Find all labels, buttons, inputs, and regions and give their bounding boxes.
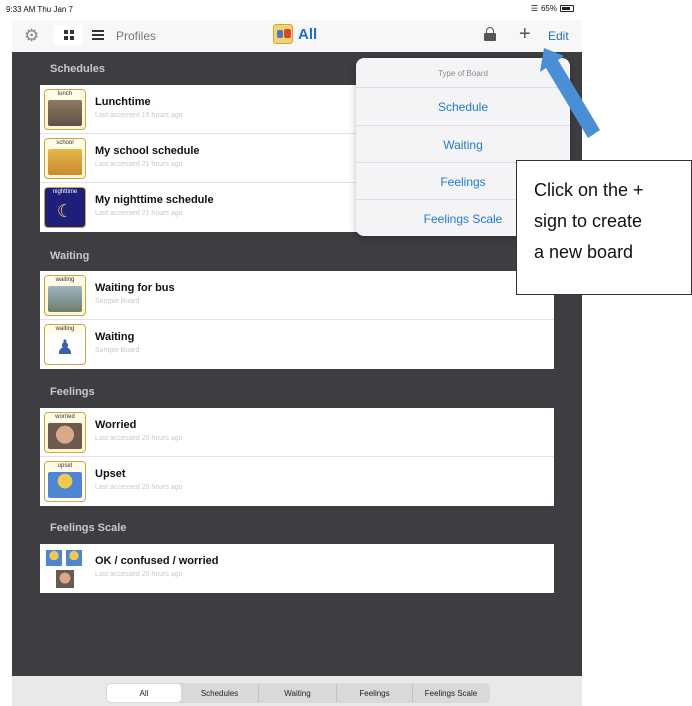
- thumbnail-label: upset: [45, 462, 85, 471]
- board-title: OK / confused / worried: [95, 555, 219, 567]
- bottom-bar: All Schedules Waiting Feelings Feelings …: [12, 676, 582, 706]
- thumbnail-label: waiting: [45, 325, 85, 334]
- board-thumbnail: school: [44, 138, 86, 179]
- board-thumbnail: worried: [44, 412, 86, 453]
- board-title: Upset: [95, 468, 126, 480]
- tab-waiting[interactable]: Waiting: [259, 684, 337, 702]
- thumbnail-label: lunch: [45, 90, 85, 99]
- board-subtitle: Last accessed 21 hours ago: [95, 210, 183, 217]
- board-thumbnail: nighttime ☾: [44, 187, 86, 228]
- board-subtitle: Sample Board: [95, 298, 140, 305]
- status-bar: 9:33 AM Thu Jan 7 ☰ 65%: [0, 0, 692, 18]
- battery-percent: 65%: [540, 4, 557, 13]
- list-item[interactable]: worried Worried Last accessed 20 hours a…: [40, 408, 554, 457]
- section-header-feelings-scale: Feelings Scale: [50, 522, 127, 534]
- upset-figure-icon: [48, 472, 82, 498]
- lunch-image: [48, 100, 82, 126]
- section-card-feelings: worried Worried Last accessed 20 hours a…: [40, 408, 554, 506]
- ok-figure-icon: [46, 550, 62, 566]
- callout-line: sign to create: [534, 211, 643, 231]
- page-title: All: [273, 24, 317, 44]
- list-item[interactable]: OK / confused / worried Last accessed 20…: [40, 544, 554, 593]
- instruction-arrow-icon: [540, 48, 600, 138]
- tab-feelings-scale[interactable]: Feelings Scale: [413, 684, 489, 702]
- thumbnail-label: worried: [45, 413, 85, 422]
- add-board-button[interactable]: +: [519, 21, 531, 47]
- board-thumbnail: [44, 548, 86, 589]
- view-toggle: [54, 25, 112, 45]
- profiles-button[interactable]: Profiles: [116, 29, 156, 43]
- board-title: My school schedule: [95, 145, 200, 157]
- worried-face-image: [48, 423, 82, 449]
- section-card-waiting: waiting Waiting for bus Sample Board wai…: [40, 271, 554, 369]
- battery-icon: [560, 5, 574, 12]
- board-title: Worried: [95, 419, 137, 431]
- person-sitting-icon: ♟: [48, 335, 82, 361]
- board-subtitle: Last accessed 20 hours ago: [95, 484, 183, 491]
- grid-view-button[interactable]: [54, 25, 83, 45]
- board-thumbnail: lunch: [44, 89, 86, 130]
- list-icon: [91, 30, 104, 40]
- list-item[interactable]: waiting ♟ Waiting Sample Board: [40, 320, 554, 369]
- callout-line: a new board: [534, 242, 634, 262]
- thumbnail-label: school: [45, 139, 85, 148]
- thumbnail-label: nighttime: [45, 188, 85, 197]
- moon-icon: ☾: [48, 198, 82, 224]
- board-title: Waiting for bus: [95, 282, 175, 294]
- section-header-schedules: Schedules: [50, 63, 106, 75]
- section-header-feelings: Feelings: [50, 386, 95, 398]
- board-title: Waiting: [95, 331, 135, 343]
- status-time: 9:33 AM Thu Jan 7: [6, 5, 74, 14]
- edit-button[interactable]: Edit: [548, 29, 569, 43]
- grid-icon: [63, 30, 74, 40]
- tab-all[interactable]: All: [107, 684, 181, 702]
- lock-icon[interactable]: [484, 27, 496, 41]
- page-title-text: All: [298, 25, 318, 43]
- status-indicators: ☰ 65%: [531, 4, 574, 13]
- board-subtitle: Sample Board: [95, 347, 140, 354]
- gear-icon[interactable]: ⚙: [24, 26, 39, 46]
- board-subtitle: Last accessed 20 hours ago: [95, 435, 183, 442]
- board-subtitle: Last accessed 21 hours ago: [95, 161, 183, 168]
- category-filter: All Schedules Waiting Feelings Feelings …: [106, 683, 490, 703]
- bus-stop-image: [48, 286, 82, 312]
- board-subtitle: Last accessed 20 hours ago: [95, 571, 183, 578]
- tab-feelings[interactable]: Feelings: [337, 684, 413, 702]
- board-title: Lunchtime: [95, 96, 151, 108]
- school-image: [48, 149, 82, 175]
- list-item[interactable]: upset Upset Last accessed 20 hours ago: [40, 457, 554, 506]
- board-subtitle: Last accessed 19 hours ago: [95, 112, 183, 119]
- board-thumbnail: waiting: [44, 275, 86, 316]
- thumbnail-label: waiting: [45, 276, 85, 285]
- tab-schedules[interactable]: Schedules: [181, 684, 259, 702]
- worried-face-icon: [56, 570, 74, 588]
- section-header-waiting: Waiting: [50, 250, 90, 262]
- wifi-icon: ☰: [530, 4, 538, 13]
- nav-bar: ⚙ Profiles All + Edit: [12, 20, 582, 52]
- section-card-feelings-scale: OK / confused / worried Last accessed 20…: [40, 544, 554, 593]
- confused-figure-icon: [66, 550, 82, 566]
- list-item[interactable]: waiting Waiting for bus Sample Board: [40, 271, 554, 320]
- callout-line: Click on the +: [534, 180, 644, 200]
- board-title: My nighttime schedule: [95, 194, 214, 206]
- board-thumbnail: waiting ♟: [44, 324, 86, 365]
- board-icon: [273, 24, 293, 44]
- board-thumbnail: upset: [44, 461, 86, 502]
- list-view-button[interactable]: [83, 25, 112, 45]
- instruction-callout: Click on the + sign to create a new boar…: [516, 160, 692, 295]
